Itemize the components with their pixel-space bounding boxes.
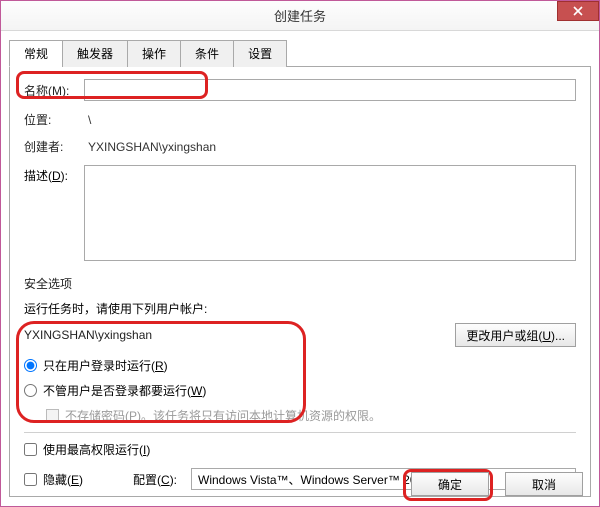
store-password-row: 不存储密码(P)。该任务将只有访问本地计算机资源的权限。 <box>46 407 576 424</box>
tab-settings[interactable]: 设置 <box>233 40 287 67</box>
footer-buttons: 确定 取消 <box>411 472 583 496</box>
account-row: YXINGSHAN\yxingshan 更改用户或组(U)... <box>24 323 576 347</box>
radio-run-when-logged[interactable]: 只在用户登录时运行(R) <box>24 357 576 374</box>
general-panel: 名称(M): 位置: \ 创建者: YXINGSHAN\yxingshan 描述… <box>9 67 591 497</box>
store-password-checkbox <box>46 409 59 422</box>
store-password-label: 不存储密码(P)。该任务将只有访问本地计算机资源的权限。 <box>65 407 381 424</box>
tab-label: 条件 <box>195 47 219 61</box>
highest-privileges-checkbox[interactable] <box>24 443 37 456</box>
radio-logged-input[interactable] <box>24 359 37 372</box>
dialog-create-task: 创建任务 常规 触发器 操作 条件 设置 名称(M): 位置: \ 创建 <box>0 0 600 507</box>
divider <box>24 432 576 433</box>
hidden-label: 隐藏(E) <box>43 471 83 488</box>
cancel-button[interactable]: 取消 <box>505 472 583 496</box>
window-title: 创建任务 <box>1 6 599 25</box>
radio-always-input[interactable] <box>24 384 37 397</box>
creator-value: YXINGSHAN\yxingshan <box>84 140 576 154</box>
hidden-row[interactable]: 隐藏(E) <box>24 471 83 488</box>
location-value: \ <box>84 113 576 127</box>
creator-row: 创建者: YXINGSHAN\yxingshan <box>24 138 576 155</box>
security-desc: 运行任务时，请使用下列用户帐户: <box>24 300 576 317</box>
location-label: 位置: <box>24 111 84 128</box>
hidden-checkbox[interactable] <box>24 473 37 486</box>
account-value: YXINGSHAN\yxingshan <box>24 326 455 344</box>
tab-triggers[interactable]: 触发器 <box>62 40 128 67</box>
radio-always-label: 不管用户是否登录都要运行(W) <box>43 382 206 399</box>
ok-button[interactable]: 确定 <box>411 472 489 496</box>
name-input[interactable] <box>84 79 576 101</box>
name-row: 名称(M): <box>24 79 576 101</box>
cancel-label: 取消 <box>532 478 556 492</box>
security-heading: 安全选项 <box>24 275 576 292</box>
radio-logged-label: 只在用户登录时运行(R) <box>43 357 168 374</box>
highest-privileges-row[interactable]: 使用最高权限运行(I) <box>24 441 576 458</box>
description-label: 描述(D): <box>24 165 84 184</box>
description-input[interactable] <box>84 165 576 261</box>
tab-conditions[interactable]: 条件 <box>180 40 234 67</box>
tab-label: 触发器 <box>77 47 113 61</box>
name-label: 名称(M): <box>24 82 84 99</box>
description-row: 描述(D): <box>24 165 576 261</box>
creator-label: 创建者: <box>24 138 84 155</box>
tab-label: 操作 <box>142 47 166 61</box>
ok-label: 确定 <box>438 478 462 492</box>
configure-label: 配置(C): <box>133 471 181 488</box>
configure-value: Windows Vista™、Windows Server™ 2008 <box>198 471 430 488</box>
tab-general[interactable]: 常规 <box>9 40 63 67</box>
security-box: 运行任务时，请使用下列用户帐户: YXINGSHAN\yxingshan 更改用… <box>24 300 576 458</box>
close-button[interactable] <box>557 1 599 21</box>
tab-label: 设置 <box>248 47 272 61</box>
change-user-button[interactable]: 更改用户或组(U)... <box>455 323 576 347</box>
dialog-body: 常规 触发器 操作 条件 设置 名称(M): 位置: \ 创建者: YXINGS… <box>1 31 599 505</box>
tab-strip: 常规 触发器 操作 条件 设置 <box>9 39 591 67</box>
close-icon <box>573 6 583 16</box>
titlebar: 创建任务 <box>1 1 599 31</box>
tab-label: 常规 <box>24 47 48 61</box>
tab-actions[interactable]: 操作 <box>127 40 181 67</box>
highest-privileges-label: 使用最高权限运行(I) <box>43 441 150 458</box>
radio-run-always[interactable]: 不管用户是否登录都要运行(W) <box>24 382 576 399</box>
location-row: 位置: \ <box>24 111 576 128</box>
